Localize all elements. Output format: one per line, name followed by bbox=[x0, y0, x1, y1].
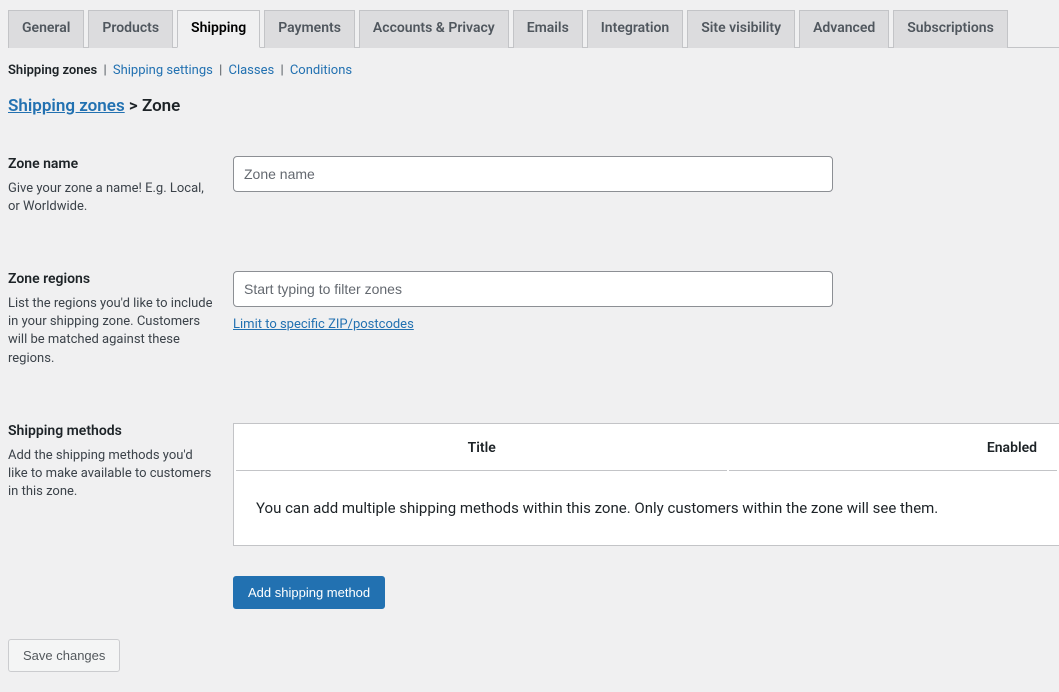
tab-subscriptions[interactable]: Subscriptions bbox=[893, 10, 1008, 48]
separator: | bbox=[103, 63, 109, 78]
subtab-classes[interactable]: Classes bbox=[228, 63, 274, 78]
zone-regions-description: List the regions you'd like to include i… bbox=[8, 295, 213, 368]
add-shipping-method-button[interactable]: Add shipping method bbox=[233, 576, 385, 609]
column-header-title: Title bbox=[236, 426, 727, 471]
save-changes-button[interactable]: Save changes bbox=[8, 639, 120, 672]
zone-regions-input[interactable] bbox=[233, 271, 833, 307]
breadcrumb-separator: > bbox=[125, 96, 142, 116]
zone-name-label: Zone name bbox=[8, 156, 213, 172]
shipping-subtabs: Shipping zones | Shipping settings | Cla… bbox=[8, 63, 1059, 78]
breadcrumb: Shipping zones > Zone bbox=[8, 96, 1059, 116]
limit-zip-postcodes-link[interactable]: Limit to specific ZIP/postcodes bbox=[233, 317, 414, 332]
separator: | bbox=[280, 63, 286, 78]
subtab-shipping-zones[interactable]: Shipping zones bbox=[8, 63, 97, 78]
main-tabs: General Products Shipping Payments Accou… bbox=[8, 10, 1059, 48]
table-row: You can add multiple shipping methods wi… bbox=[236, 473, 1057, 543]
tab-general[interactable]: General bbox=[8, 10, 84, 48]
zone-name-description: Give your zone a name! E.g. Local, or Wo… bbox=[8, 180, 213, 216]
subtab-shipping-settings[interactable]: Shipping settings bbox=[113, 63, 213, 78]
zone-regions-label: Zone regions bbox=[8, 271, 213, 287]
empty-state-text: You can add multiple shipping methods wi… bbox=[236, 473, 1057, 543]
tab-advanced[interactable]: Advanced bbox=[799, 10, 889, 48]
tab-site-visibility[interactable]: Site visibility bbox=[687, 10, 795, 48]
tab-payments[interactable]: Payments bbox=[264, 10, 355, 48]
breadcrumb-root-link[interactable]: Shipping zones bbox=[8, 96, 125, 116]
tab-accounts-privacy[interactable]: Accounts & Privacy bbox=[359, 10, 509, 48]
breadcrumb-current: Zone bbox=[142, 96, 180, 116]
shipping-methods-table: Title Enabled You can add multiple shipp… bbox=[233, 423, 1059, 546]
shipping-methods-label: Shipping methods bbox=[8, 423, 213, 439]
column-header-enabled: Enabled bbox=[729, 426, 1057, 471]
tab-products[interactable]: Products bbox=[88, 10, 173, 48]
tab-shipping[interactable]: Shipping bbox=[177, 10, 260, 48]
separator: | bbox=[219, 63, 225, 78]
zone-name-input[interactable] bbox=[233, 156, 833, 192]
subtab-conditions[interactable]: Conditions bbox=[290, 63, 352, 78]
shipping-methods-description: Add the shipping methods you'd like to m… bbox=[8, 447, 213, 502]
tab-emails[interactable]: Emails bbox=[513, 10, 583, 48]
tab-integration[interactable]: Integration bbox=[587, 10, 683, 48]
